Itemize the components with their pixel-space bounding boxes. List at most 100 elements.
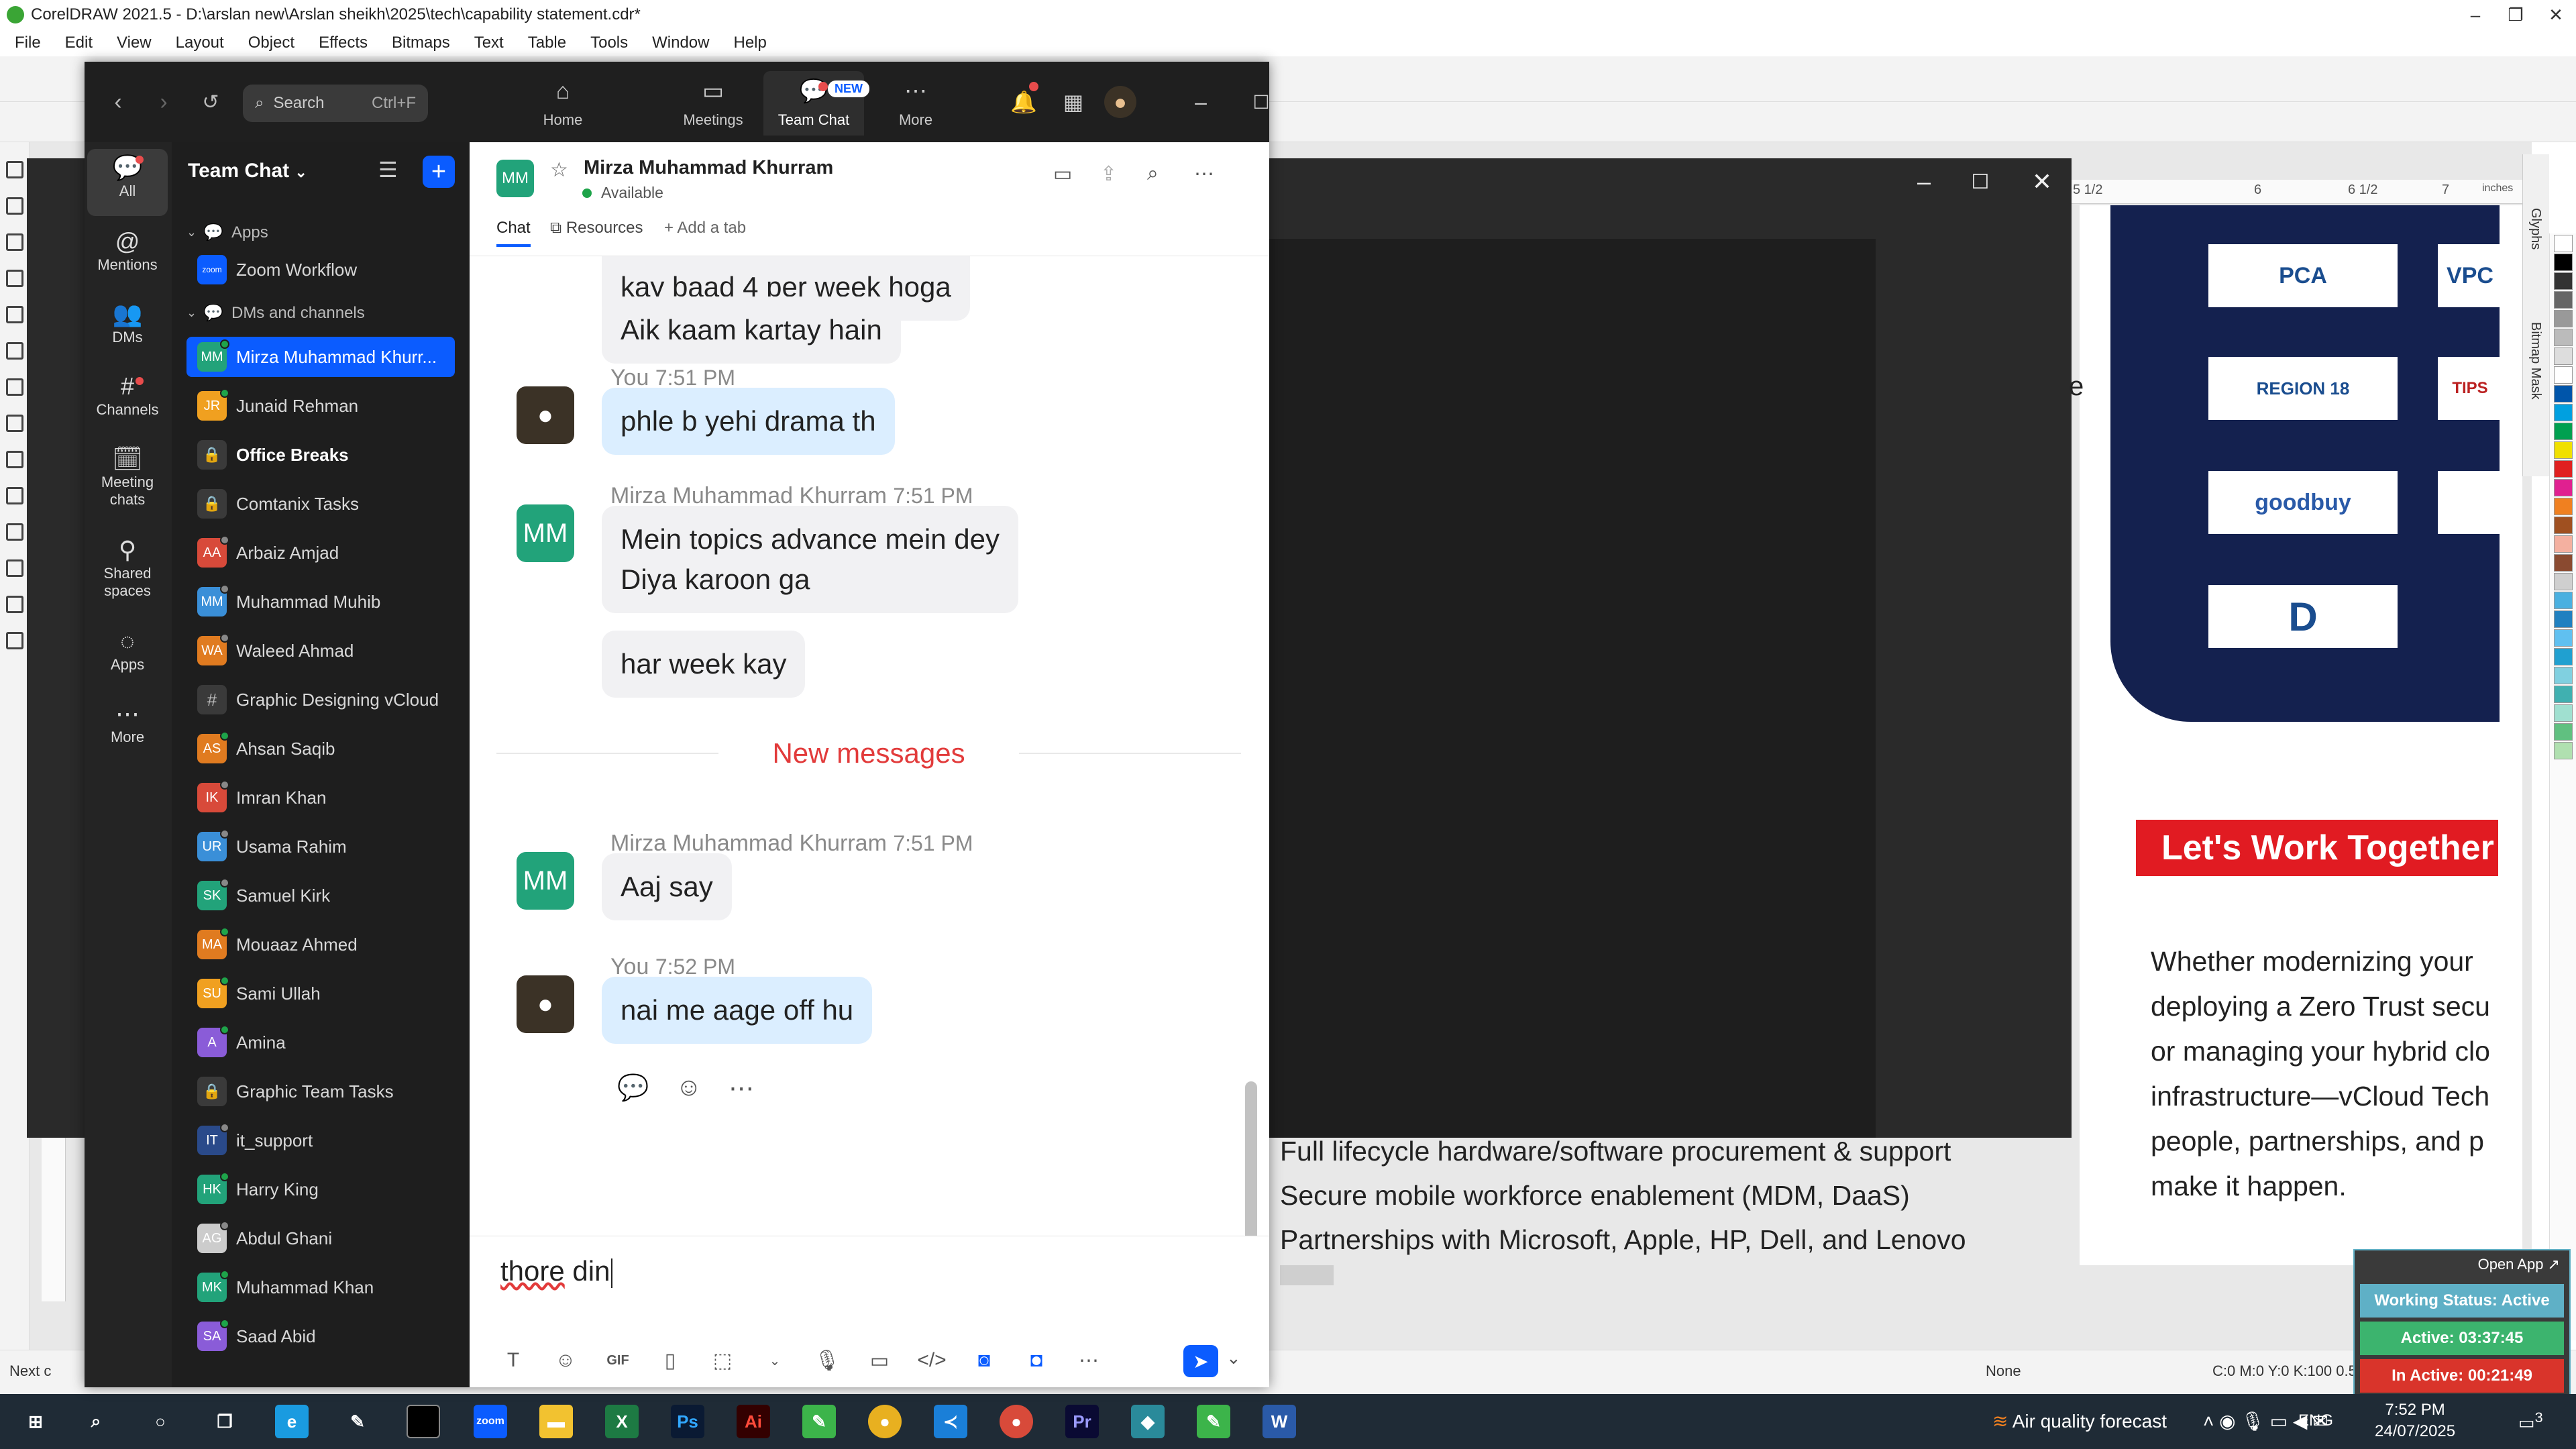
menu-object[interactable]: Object bbox=[248, 34, 294, 52]
microphone-icon[interactable]: 🎙 bbox=[801, 1349, 853, 1373]
swatch[interactable] bbox=[2554, 404, 2573, 421]
app-icon[interactable]: ◆ bbox=[1131, 1405, 1165, 1438]
code-snippet-icon[interactable]: </> bbox=[906, 1349, 958, 1372]
menu-window[interactable]: Window bbox=[652, 34, 709, 52]
reply-thread-icon[interactable]: 💬 bbox=[617, 1073, 649, 1104]
restore-icon[interactable]: ❐ bbox=[2496, 0, 2536, 30]
air-quality-widget[interactable]: ≋ Air quality forecast bbox=[1992, 1410, 2167, 1432]
swatch[interactable] bbox=[2554, 423, 2573, 440]
message-scrollbar[interactable] bbox=[1245, 1081, 1257, 1236]
coreldraw-second-icon[interactable]: ✎ bbox=[1197, 1405, 1230, 1438]
more-icon[interactable]: ⋯ bbox=[1063, 1349, 1115, 1373]
minimize-icon[interactable]: – bbox=[1904, 165, 1944, 199]
menu-view[interactable]: View bbox=[117, 34, 152, 52]
ellipse-tool-icon[interactable] bbox=[6, 378, 23, 396]
forward-icon[interactable]: › bbox=[148, 86, 180, 118]
swatch[interactable] bbox=[2554, 667, 2573, 684]
file-explorer-icon[interactable]: ▬ bbox=[539, 1405, 573, 1438]
zoom-docs-icon[interactable]: ◘ bbox=[1010, 1349, 1063, 1372]
menu-text[interactable]: Text bbox=[474, 34, 504, 52]
message-input[interactable]: thore din bbox=[500, 1255, 613, 1288]
rail-dms[interactable]: 👥 DMs bbox=[87, 299, 168, 346]
search-input[interactable]: ⌕ Search Ctrl+F bbox=[243, 85, 428, 122]
zoom-app-icon[interactable]: ◙ bbox=[958, 1349, 1010, 1372]
swatch[interactable] bbox=[2554, 686, 2573, 703]
avatar[interactable]: MM bbox=[517, 504, 574, 562]
chevron-down-icon[interactable]: ⌄ bbox=[1226, 1348, 1241, 1368]
close-icon[interactable]: ✕ bbox=[2022, 165, 2062, 199]
swatch[interactable] bbox=[2554, 347, 2573, 365]
menu-file[interactable]: File bbox=[15, 34, 41, 52]
swatch[interactable] bbox=[2554, 291, 2573, 309]
share-screen-icon[interactable]: ⇪ bbox=[1100, 162, 1117, 186]
menu-edit[interactable]: Edit bbox=[65, 34, 93, 52]
swatch[interactable] bbox=[2554, 479, 2573, 496]
add-reaction-icon[interactable]: ☺ bbox=[676, 1073, 702, 1104]
swatch[interactable] bbox=[2554, 704, 2573, 722]
rail-channels[interactable]: # Channels bbox=[87, 372, 168, 419]
menu-table[interactable]: Table bbox=[528, 34, 566, 52]
language-indicator[interactable]: ENG bbox=[2298, 1411, 2333, 1430]
photoshop-icon[interactable]: Ps bbox=[671, 1405, 704, 1438]
excel-icon[interactable]: X bbox=[605, 1405, 639, 1438]
text-tool-icon[interactable] bbox=[6, 451, 23, 468]
message-bubble[interactable]: Mein topics advance mein dey Diya karoon… bbox=[602, 506, 1018, 613]
menu-effects[interactable]: Effects bbox=[319, 34, 368, 52]
chrome-icon[interactable]: ● bbox=[868, 1405, 902, 1438]
shadow-tool-icon[interactable] bbox=[6, 523, 23, 541]
tab-resources[interactable]: ⧉ Resources bbox=[550, 219, 643, 237]
windows-start-icon[interactable]: ⊞ bbox=[19, 1405, 52, 1438]
tab-meetings[interactable]: ▭ Meetings bbox=[663, 71, 763, 136]
swatch[interactable] bbox=[2554, 723, 2573, 741]
acrobat-icon[interactable]: Ai bbox=[737, 1405, 770, 1438]
rail-mentions[interactable]: @ Mentions bbox=[87, 227, 168, 274]
message-bubble[interactable]: nai me aage off hu bbox=[602, 977, 873, 1044]
send-button[interactable]: ➤ bbox=[1183, 1345, 1218, 1377]
swatch[interactable] bbox=[2554, 629, 2573, 647]
minimize-icon[interactable]: – bbox=[1185, 86, 1217, 118]
gif-icon[interactable]: GIF bbox=[592, 1353, 644, 1368]
swatch[interactable] bbox=[2554, 554, 2573, 572]
sidebar-item-zoom-workflow[interactable]: zoom Zoom Workflow bbox=[186, 250, 455, 290]
calendar-icon[interactable]: ▦ bbox=[1057, 86, 1089, 118]
sidebar-item[interactable]: IK Imran Khan bbox=[186, 777, 455, 818]
apps-section-header[interactable]: ⌄ 💬 Apps bbox=[186, 223, 268, 242]
maximize-icon[interactable]: ☐ bbox=[1960, 165, 2000, 199]
emoji-icon[interactable]: ☺ bbox=[539, 1349, 592, 1372]
sidebar-item[interactable]: MA Mouaaz Ahmed bbox=[186, 924, 455, 965]
search-icon[interactable]: ⌕ bbox=[79, 1405, 113, 1438]
eyedropper-tool-icon[interactable] bbox=[6, 596, 23, 613]
swatch[interactable] bbox=[2554, 610, 2573, 628]
sidebar-item[interactable]: 🔒 Graphic Team Tasks bbox=[186, 1071, 455, 1112]
search-icon[interactable]: ⌕ bbox=[1147, 162, 1159, 185]
zoom-app-icon[interactable]: zoom bbox=[474, 1405, 507, 1438]
menu-bitmaps[interactable]: Bitmaps bbox=[392, 34, 450, 52]
pick-tool-icon[interactable] bbox=[6, 161, 23, 178]
swatch[interactable] bbox=[2554, 329, 2573, 346]
shape-tool-icon[interactable] bbox=[6, 197, 23, 215]
swatch[interactable] bbox=[2554, 235, 2573, 252]
swatch[interactable] bbox=[2554, 498, 2573, 515]
rail-apps[interactable]: ◌ Apps bbox=[87, 627, 168, 674]
message-bubble[interactable]: Aik kaam kartay hain bbox=[602, 297, 901, 364]
edge-icon[interactable]: e bbox=[275, 1405, 309, 1438]
more-actions-icon[interactable]: ⋯ bbox=[729, 1073, 754, 1104]
freehand-tool-icon[interactable] bbox=[6, 306, 23, 323]
swatch[interactable] bbox=[2554, 272, 2573, 290]
task-view-icon[interactable]: ❐ bbox=[208, 1405, 241, 1438]
contact-avatar[interactable]: MM bbox=[496, 160, 534, 197]
open-app-button[interactable]: Open App ↗ bbox=[2478, 1256, 2560, 1273]
sidebar-item[interactable]: IT it_support bbox=[186, 1120, 455, 1161]
sidebar-title[interactable]: Team Chat ⌄ bbox=[188, 160, 307, 182]
zoom-tool-icon[interactable] bbox=[6, 270, 23, 287]
rail-meeting-chats[interactable]: 🗓 Meeting chats bbox=[87, 444, 168, 508]
new-chat-button[interactable]: + bbox=[423, 156, 455, 188]
sidebar-item[interactable]: JR Junaid Rehman bbox=[186, 386, 455, 426]
notification-center-icon[interactable]: ▭3 bbox=[2518, 1409, 2543, 1434]
terminal-icon[interactable] bbox=[407, 1405, 440, 1438]
star-icon[interactable]: ☆ bbox=[550, 158, 568, 182]
avatar[interactable]: MM bbox=[517, 852, 574, 910]
sidebar-item[interactable]: A Amina bbox=[186, 1022, 455, 1063]
swatch[interactable] bbox=[2554, 310, 2573, 327]
contact-name[interactable]: Mirza Muhammad Khurram bbox=[584, 157, 833, 179]
